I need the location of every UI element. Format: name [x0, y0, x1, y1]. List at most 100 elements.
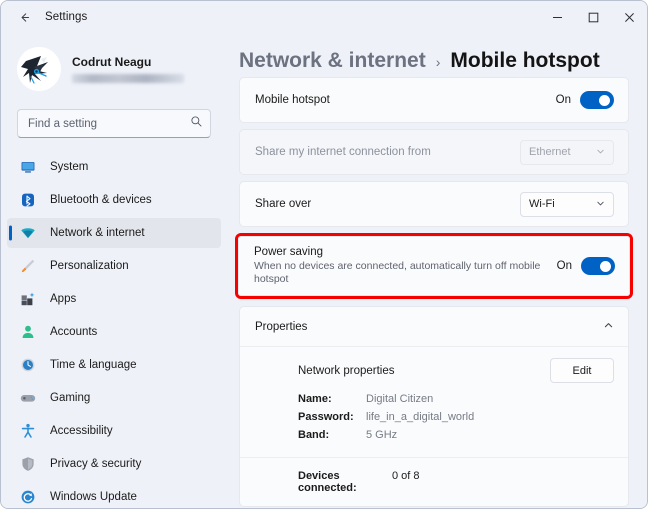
sidebar-item-label: Apps — [50, 293, 77, 305]
toggle-knob — [599, 94, 610, 106]
network-properties-label: Network properties — [298, 364, 395, 377]
property-value: 5 GHz — [366, 429, 398, 441]
minimize-button[interactable] — [539, 1, 575, 33]
mobile-hotspot-card: Mobile hotspot On — [239, 77, 629, 123]
paintbrush-icon — [20, 258, 36, 274]
property-key: Password: — [298, 411, 354, 423]
share-from-row: Share my internet connection from Ethern… — [240, 130, 628, 174]
gamepad-icon — [20, 390, 36, 406]
back-button[interactable] — [9, 4, 39, 30]
chevron-up-icon — [603, 318, 614, 336]
property-row: Name: Digital Citizen — [298, 393, 614, 405]
edit-button[interactable]: Edit — [550, 358, 614, 383]
sidebar-item-gaming[interactable]: Gaming — [7, 383, 221, 413]
avatar — [17, 47, 61, 91]
sidebar-item-system[interactable]: System — [7, 152, 221, 182]
properties-title: Properties — [255, 320, 308, 333]
sidebar-item-accessibility[interactable]: Accessibility — [7, 416, 221, 446]
close-button[interactable] — [611, 1, 647, 33]
share-from-dropdown: Ethernet — [520, 139, 614, 165]
toggle-knob — [600, 260, 611, 272]
mobile-hotspot-toggle-state: On — [555, 94, 571, 106]
search-input[interactable] — [17, 109, 211, 138]
maximize-icon — [588, 12, 599, 23]
breadcrumb-parent[interactable]: Network & internet — [239, 49, 426, 73]
clock-icon — [20, 357, 36, 373]
share-over-dropdown[interactable]: Wi-Fi — [520, 191, 614, 217]
sidebar-item-label: Network & internet — [50, 227, 145, 239]
properties-expander-header[interactable]: Properties — [240, 307, 628, 347]
shield-icon — [20, 456, 36, 472]
account-email-redacted — [72, 74, 184, 83]
app-title: Settings — [45, 11, 88, 23]
breadcrumb: Network & internet › Mobile hotspot — [239, 33, 629, 77]
chevron-down-icon — [596, 195, 605, 213]
account-name: Codrut Neagu — [72, 55, 152, 69]
property-row: Password: life_in_a_digital_world — [298, 411, 614, 423]
mobile-hotspot-row: Mobile hotspot On — [240, 78, 628, 122]
sidebar-item-accounts[interactable]: Accounts — [7, 317, 221, 347]
close-icon — [624, 12, 635, 23]
account-section[interactable]: Codrut Neagu — [1, 33, 227, 97]
sidebar-nav: System Bluetooth & devices Network & int… — [1, 152, 227, 508]
sidebar-item-label: Accounts — [50, 326, 98, 338]
devices-connected-label: Devices connected: — [298, 470, 357, 494]
property-value: Digital Citizen — [366, 393, 434, 405]
sidebar-item-bluetooth-devices[interactable]: Bluetooth & devices — [7, 185, 221, 215]
sidebar-item-privacy-security[interactable]: Privacy & security — [7, 449, 221, 479]
property-value: life_in_a_digital_world — [366, 411, 475, 423]
sidebar-item-label: Windows Update — [50, 491, 137, 503]
maximize-button[interactable] — [575, 1, 611, 33]
mobile-hotspot-toggle-group: On — [556, 91, 614, 109]
sidebar-item-label: Personalization — [50, 260, 129, 272]
sidebar-item-apps[interactable]: Apps — [7, 284, 221, 314]
network-properties-row: Network properties Edit — [255, 347, 614, 387]
sidebar-item-label: Privacy & security — [50, 458, 142, 470]
share-over-label: Share over — [255, 198, 312, 210]
network-properties-table: Name: Digital Citizen Password: life_in_… — [255, 387, 614, 455]
update-icon — [20, 489, 36, 505]
wifi-icon — [20, 225, 36, 241]
page-title: Mobile hotspot — [450, 49, 600, 72]
power-saving-textblock: Power saving When no devices are connect… — [254, 237, 557, 295]
sidebar-item-label: Time & language — [50, 359, 137, 371]
share-over-value: Wi-Fi — [529, 198, 555, 210]
sidebar: Codrut Neagu Find a setting System Bluet… — [1, 33, 227, 508]
scrollbar[interactable] — [641, 81, 644, 261]
share-over-card: Share over Wi-Fi — [239, 181, 629, 227]
sidebar-item-network-internet[interactable]: Network & internet — [7, 218, 221, 248]
power-saving-row: Power saving When no devices are connect… — [239, 237, 629, 295]
devices-connected-row: Devices connected: 0 of 8 — [255, 458, 614, 496]
power-saving-toggle-group: On — [557, 257, 615, 275]
power-saving-highlight: Power saving When no devices are connect… — [235, 233, 633, 299]
properties-body: Network properties Edit Name: Digital Ci… — [240, 347, 628, 506]
breadcrumb-separator-icon: › — [435, 54, 441, 70]
share-from-value: Ethernet — [529, 146, 571, 158]
power-saving-toggle[interactable] — [581, 257, 615, 275]
settings-window: Settings Codrut Neagu Find a setting Sys… — [0, 0, 648, 509]
sidebar-item-time-language[interactable]: Time & language — [7, 350, 221, 380]
property-row: Band: 5 GHz — [298, 429, 614, 441]
share-from-label: Share my internet connection from — [255, 146, 431, 158]
bluetooth-icon — [20, 192, 36, 208]
person-icon — [20, 324, 36, 340]
share-over-row: Share over Wi-Fi — [240, 182, 628, 226]
monitor-icon — [20, 159, 36, 175]
properties-card: Properties Network properties Edit Name:… — [239, 306, 629, 507]
accessibility-icon — [20, 423, 36, 439]
power-saving-label: Power saving — [254, 246, 324, 258]
mobile-hotspot-label: Mobile hotspot — [255, 94, 330, 106]
property-key: Band: — [298, 429, 330, 441]
mobile-hotspot-toggle[interactable] — [580, 91, 614, 109]
sidebar-item-label: Gaming — [50, 392, 91, 404]
power-saving-card: Power saving When no devices are connect… — [238, 236, 630, 296]
window-controls — [539, 1, 647, 33]
property-key: Name: — [298, 393, 332, 405]
sidebar-item-windows-update[interactable]: Windows Update — [7, 482, 221, 508]
sidebar-item-label: Accessibility — [50, 425, 113, 437]
arrow-left-icon — [18, 11, 31, 24]
apps-icon — [20, 291, 36, 307]
sidebar-item-label: System — [50, 161, 89, 173]
sidebar-item-personalization[interactable]: Personalization — [7, 251, 221, 281]
power-saving-toggle-state: On — [556, 260, 572, 272]
